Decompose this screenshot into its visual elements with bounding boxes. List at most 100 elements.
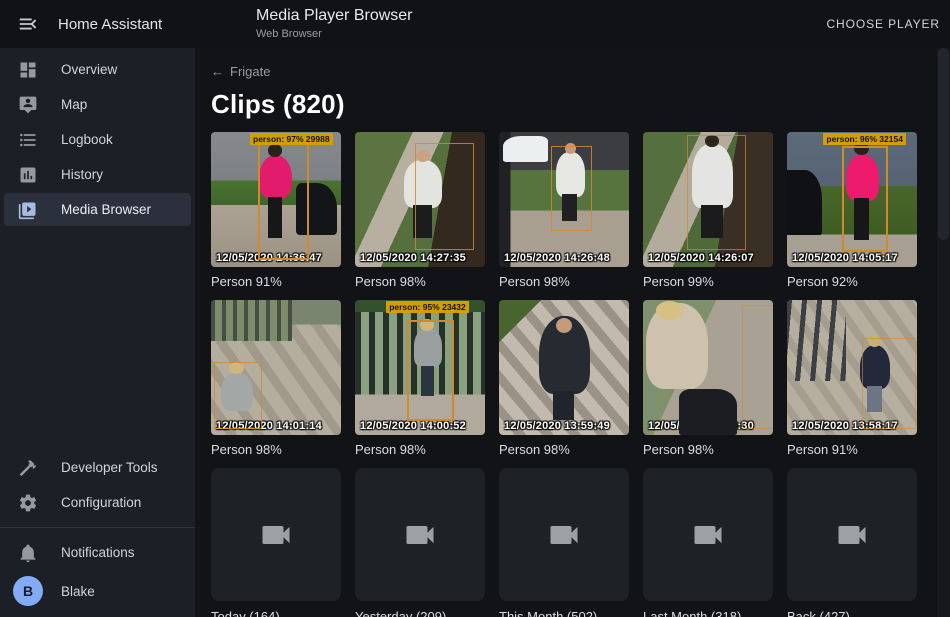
choose-player-button[interactable]: CHOOSE PLAYER	[818, 7, 948, 41]
clip-card[interactable]: 12/05/2020 14:26:48 Person 98%	[499, 132, 629, 289]
folder-tile[interactable]	[211, 468, 341, 601]
menu-open-icon	[17, 13, 39, 35]
detection-label: person: 95% 23432	[386, 301, 469, 313]
sidebar-divider	[0, 527, 195, 528]
clip-thumbnail[interactable]: 12/05/2020 14:26:48	[499, 132, 629, 267]
sidebar-bottom-nav: Developer Tools Configuration	[0, 446, 195, 519]
folder-tile[interactable]	[643, 468, 773, 601]
sidebar-item-media-browser[interactable]: Media Browser	[4, 193, 191, 226]
clip-timestamp-overlay: 12/05/2020 13:59:49	[504, 420, 627, 432]
sidebar-item-developer-tools[interactable]: Developer Tools	[4, 451, 191, 484]
sidebar-item-map[interactable]: Map	[4, 88, 191, 121]
clip-caption: Person 98%	[355, 274, 485, 289]
app-title: Home Assistant	[58, 16, 188, 33]
sidebar-toggle-button[interactable]	[4, 0, 52, 48]
detection-bounding-box	[258, 140, 309, 260]
clip-caption: Person 91%	[211, 274, 341, 289]
clip-thumbnail[interactable]: person: 97% 29988 12/05/2020 14:36:47	[211, 132, 341, 267]
video-camera-icon	[258, 517, 294, 553]
folder-tile[interactable]	[499, 468, 629, 601]
detection-bounding-box	[407, 320, 454, 421]
app-toolbar: Home Assistant Media Player Browser Web …	[0, 0, 950, 48]
sidebar-nav: Overview Map Logbook History Media Brows…	[0, 48, 195, 226]
clip-timestamp-overlay: 12/05/2020 14:26:07	[648, 252, 771, 264]
video-camera-icon	[690, 517, 726, 553]
folder-label: Yesterday (209)	[355, 609, 485, 617]
clip-thumbnail[interactable]: person: 96% 32154 12/05/2020 14:05:17	[787, 132, 917, 267]
clip-thumbnail[interactable]: 12/05/2020 13:58:17	[787, 300, 917, 435]
folder-card[interactable]: Yesterday (209)	[355, 468, 485, 617]
folder-label: Last Month (318)	[643, 609, 773, 617]
scene-object	[503, 136, 549, 162]
clip-thumbnail[interactable]: 12/05/2020 14:27:35	[355, 132, 485, 267]
folder-tile[interactable]	[787, 468, 917, 601]
sidebar-item-logbook[interactable]: Logbook	[4, 123, 191, 156]
clip-card[interactable]: person: 96% 32154 12/05/2020 14:05:17 Pe…	[787, 132, 917, 289]
scrollbar-thumb[interactable]	[938, 48, 949, 240]
user-name: Blake	[61, 584, 95, 599]
detection-bounding-box	[742, 305, 773, 429]
detection-label: person: 96% 32154	[823, 133, 906, 145]
bell-icon	[18, 543, 38, 563]
clip-thumbnail[interactable]: person: 95% 23432 12/05/2020 14:00:52	[355, 300, 485, 435]
sidebar: Overview Map Logbook History Media Brows…	[0, 48, 195, 617]
clip-thumbnail[interactable]: 12/05/2020 14:01:14	[211, 300, 341, 435]
clip-timestamp-overlay: 12/05/2020 14:26:48	[504, 252, 627, 264]
logbook-list-icon	[18, 130, 38, 150]
clip-thumbnail[interactable]: 12/05/2020 13:59:49	[499, 300, 629, 435]
folder-label: Back (427)	[787, 609, 917, 617]
clip-caption: Person 98%	[499, 274, 629, 289]
folder-card[interactable]: Back (427)	[787, 468, 917, 617]
video-camera-icon	[402, 517, 438, 553]
clip-card[interactable]: 12/05/2020 13:59:49 Person 98%	[499, 300, 629, 457]
clip-caption: Person 98%	[355, 442, 485, 457]
detection-bounding-box	[415, 143, 474, 250]
panel-subtitle: Web Browser	[256, 28, 413, 41]
breadcrumb-back[interactable]: ← Frigate	[211, 64, 270, 79]
folder-tile[interactable]	[355, 468, 485, 601]
clip-timestamp-overlay: 12/05/2020 14:27:35	[360, 252, 483, 264]
scrollbar-track[interactable]	[937, 48, 950, 617]
panel-title: Media Player Browser	[256, 7, 413, 25]
clip-card[interactable]: person: 95% 23432 12/05/2020 14:00:52 Pe…	[355, 300, 485, 457]
folder-card[interactable]: Today (164)	[211, 468, 341, 617]
user-avatar: B	[13, 576, 43, 606]
page-title: Clips (820)	[211, 89, 934, 120]
map-account-icon	[18, 95, 38, 115]
media-grid: person: 97% 29988 12/05/2020 14:36:47 Pe…	[195, 126, 950, 617]
clip-thumbnail[interactable]: 12/05/2020 13:58:30	[643, 300, 773, 435]
detection-label: person: 97% 29988	[250, 133, 333, 145]
folder-card[interactable]: Last Month (318)	[643, 468, 773, 617]
media-browser-content: ← Frigate Clips (820) person: 97% 29988 …	[195, 48, 950, 617]
clip-thumbnail[interactable]: 12/05/2020 14:26:07	[643, 132, 773, 267]
detection-bounding-box	[551, 146, 592, 232]
history-chart-icon	[18, 165, 38, 185]
clip-card[interactable]: 12/05/2020 13:58:17 Person 91%	[787, 300, 917, 457]
clip-card[interactable]: 12/05/2020 14:27:35 Person 98%	[355, 132, 485, 289]
sidebar-item-configuration[interactable]: Configuration	[4, 486, 191, 519]
video-camera-icon	[834, 517, 870, 553]
clip-timestamp-overlay: 12/05/2020 14:00:52	[360, 420, 483, 432]
person-figure	[539, 316, 590, 394]
video-camera-icon	[546, 517, 582, 553]
detection-bounding-box	[842, 146, 889, 253]
clip-card[interactable]: 12/05/2020 13:58:30 Person 98%	[643, 300, 773, 457]
hammer-icon	[18, 458, 38, 478]
folder-label: Today (164)	[211, 609, 341, 617]
clip-card[interactable]: 12/05/2020 14:26:07 Person 99%	[643, 132, 773, 289]
clip-card[interactable]: 12/05/2020 14:01:14 Person 98%	[211, 300, 341, 457]
detection-bounding-box	[214, 362, 263, 429]
scene-object	[679, 389, 736, 435]
clip-caption: Person 98%	[643, 442, 773, 457]
clip-caption: Person 98%	[499, 442, 629, 457]
detection-bounding-box	[862, 338, 916, 429]
clip-timestamp-overlay: 12/05/2020 14:05:17	[792, 252, 915, 264]
scene-object	[787, 300, 846, 381]
sidebar-item-history[interactable]: History	[4, 158, 191, 191]
folder-card[interactable]: This Month (502)	[499, 468, 629, 617]
media-browser-icon	[18, 200, 38, 220]
sidebar-item-user-profile[interactable]: B Blake	[4, 571, 191, 611]
sidebar-item-notifications[interactable]: Notifications	[4, 536, 191, 569]
clip-card[interactable]: person: 97% 29988 12/05/2020 14:36:47 Pe…	[211, 132, 341, 289]
sidebar-item-overview[interactable]: Overview	[4, 53, 191, 86]
